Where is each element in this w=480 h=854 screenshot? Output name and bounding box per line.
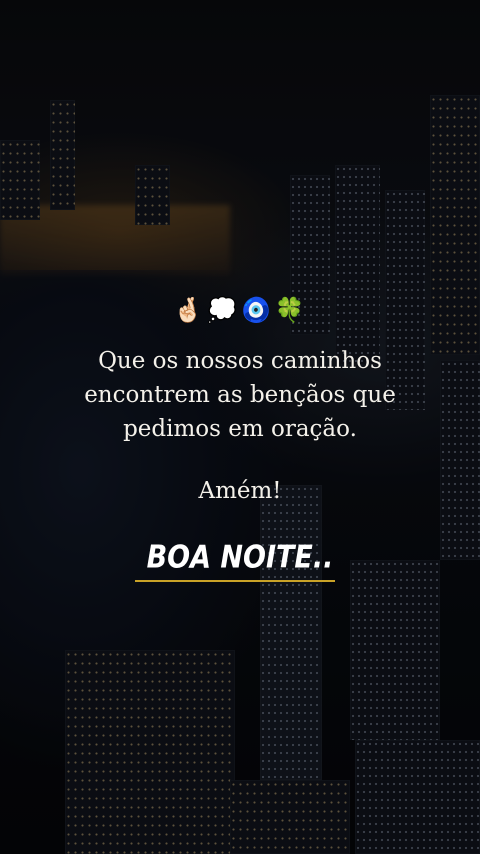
greeting-title: BOA NOITE.. bbox=[146, 539, 334, 576]
story-content: 🤞🏻💭🧿🍀 Que os nossos caminhos encontrem a… bbox=[0, 0, 480, 854]
thought-bubble-icon: 💭 bbox=[207, 296, 239, 324]
evil-eye-icon: 🧿 bbox=[241, 296, 273, 324]
clover-icon: 🍀 bbox=[274, 296, 307, 324]
emoji-row: 🤞🏻💭🧿🍀 bbox=[0, 296, 480, 324]
message-text: Que os nossos caminhos encontrem as benç… bbox=[40, 344, 440, 446]
story-background: 🤞🏻💭🧿🍀 Que os nossos caminhos encontrem a… bbox=[0, 0, 480, 854]
greeting-underline bbox=[135, 580, 335, 582]
crossed-fingers-icon: 🤞🏻 bbox=[173, 296, 206, 324]
message-line: Que os nossos caminhos bbox=[98, 348, 382, 374]
message-line: encontrem as bençãos que bbox=[84, 382, 396, 408]
closing-text: Amém! bbox=[198, 478, 282, 504]
message-line: pedimos em oração. bbox=[123, 416, 357, 442]
